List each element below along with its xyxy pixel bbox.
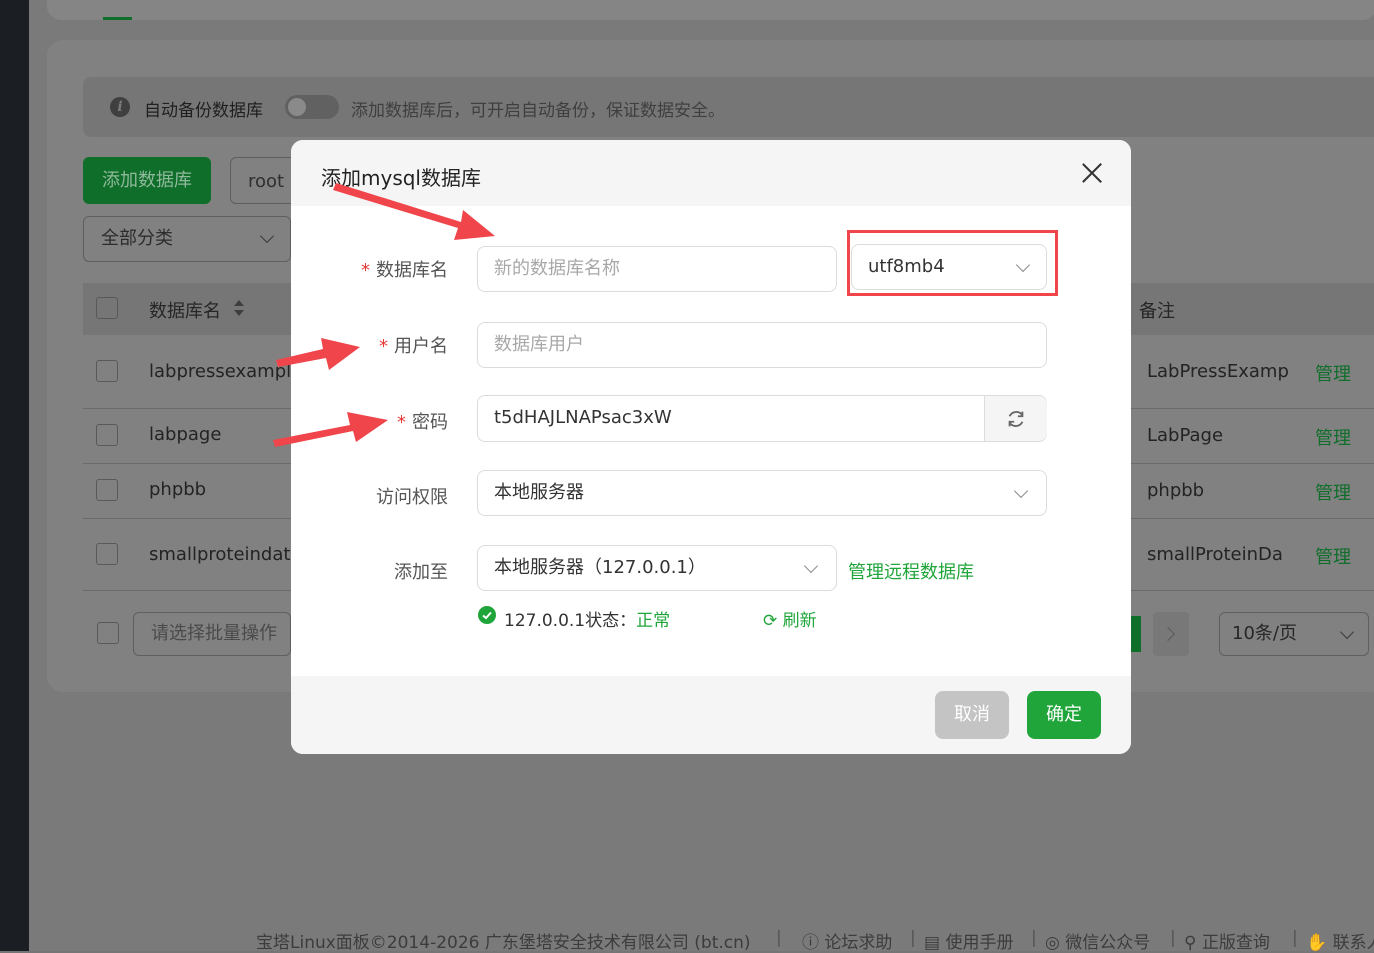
- annotation-arrow: [273, 412, 388, 447]
- annotation-arrows: [273, 183, 495, 447]
- annotation-arrow: [333, 183, 495, 240]
- annotation-arrow: [276, 338, 360, 370]
